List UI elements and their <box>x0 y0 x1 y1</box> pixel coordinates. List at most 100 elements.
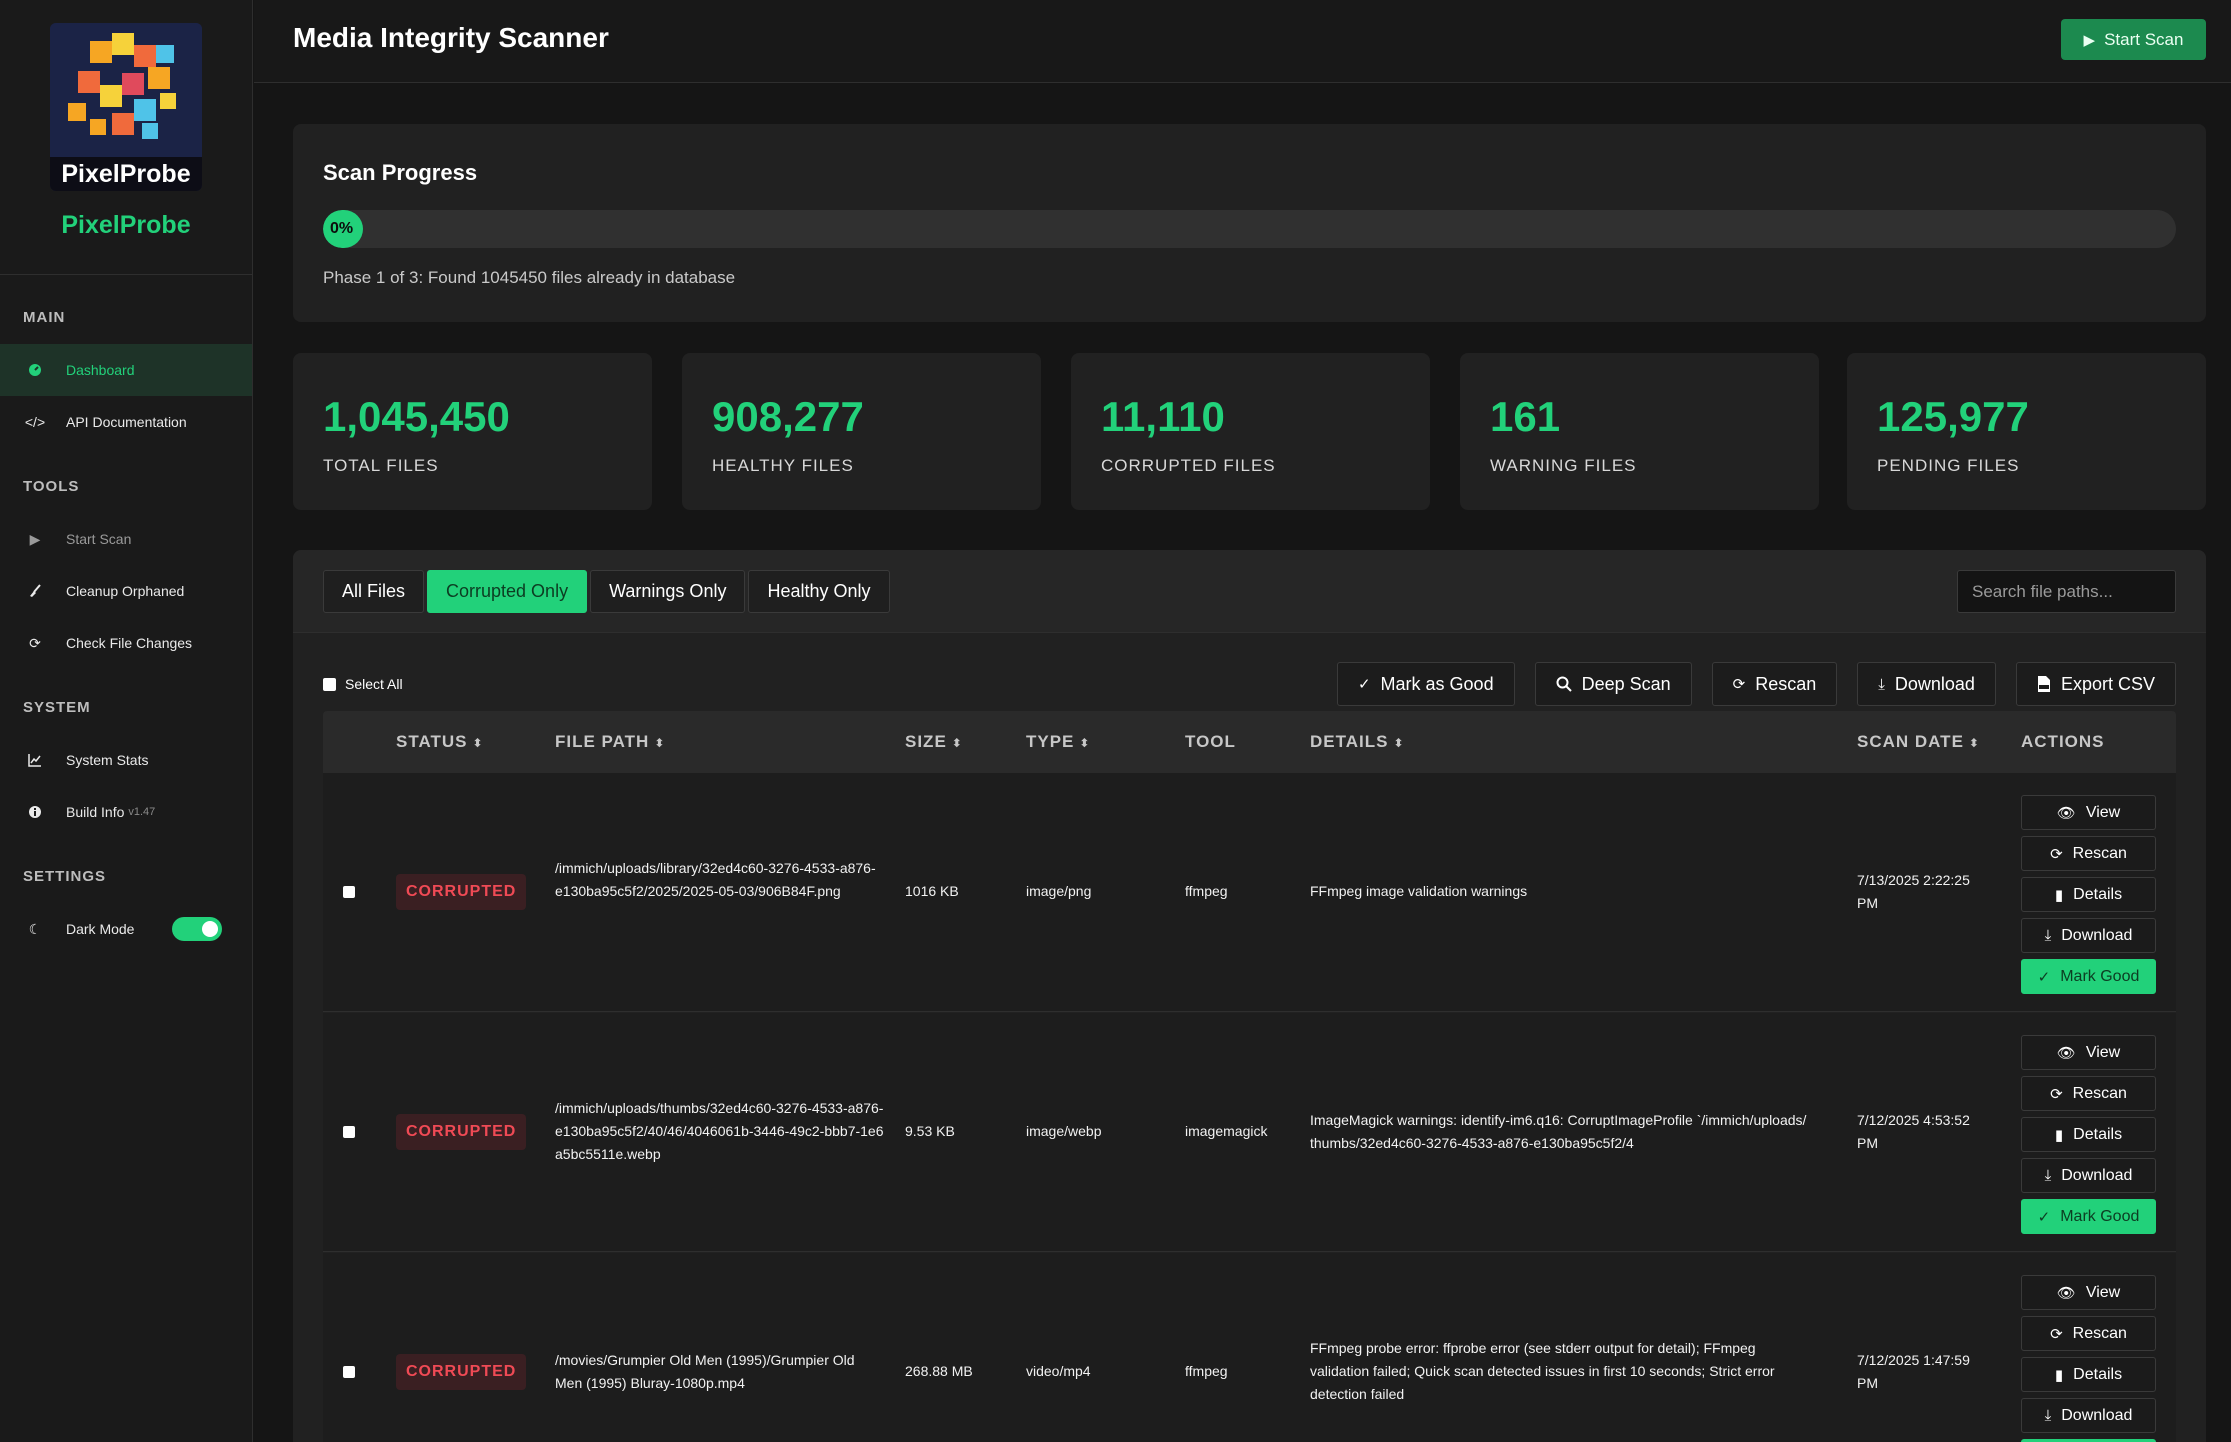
download-button[interactable]: ⤓ Download <box>2021 1398 2156 1433</box>
table-row: CORRUPTED /immich/uploads/thumbs/32ed4c6… <box>323 1013 2176 1252</box>
file-path: /immich/uploads/thumbs/32ed4c60-3276-453… <box>555 1100 884 1162</box>
sidebar-item-cleanup-orphaned[interactable]: Cleanup Orphaned <box>0 565 252 617</box>
dark-mode-toggle[interactable] <box>172 917 222 941</box>
sidebar-item-label: Dark Mode <box>66 921 135 937</box>
column-header-actions: ACTIONS <box>2021 732 2105 751</box>
start-scan-button[interactable]: ▶ Start Scan <box>2061 19 2206 60</box>
filter-tabs: All Files Corrupted Only Warnings Only H… <box>323 570 890 613</box>
view-button[interactable]: 👁 View <box>2021 1035 2156 1070</box>
row-checkbox[interactable] <box>343 1366 355 1378</box>
csv-file-icon <box>2037 676 2051 692</box>
search-input[interactable] <box>1957 570 2176 613</box>
files-panel: All Files Corrupted Only Warnings Only H… <box>293 550 2206 1442</box>
status-badge: CORRUPTED <box>396 1354 527 1390</box>
view-button[interactable]: 👁 View <box>2021 1275 2156 1310</box>
file-icon: ▮ <box>2054 1366 2064 1384</box>
stat-label: TOTAL FILES <box>323 456 439 475</box>
sidebar-item-start-scan[interactable]: ▶ Start Scan <box>0 513 252 565</box>
button-label: Rescan <box>1755 673 1817 694</box>
mark-good-button[interactable]: ✓Mark Good <box>2021 959 2156 994</box>
sync-icon: ⟳ <box>2050 1325 2063 1343</box>
column-header-details[interactable]: DETAILS ⬍ <box>1310 732 1405 752</box>
tab-healthy-only[interactable]: Healthy Only <box>748 570 890 613</box>
sidebar-item-system-stats[interactable]: System Stats <box>0 734 252 786</box>
logo-text: PixelProbe <box>50 157 202 191</box>
stat-card-pending: 125,977 PENDING FILES <box>1847 353 2206 510</box>
sidebar-item-label: Start Scan <box>66 531 132 547</box>
file-type: image/webp <box>1026 1123 1102 1139</box>
column-header-status[interactable]: STATUS ⬍ <box>396 732 484 752</box>
row-checkbox[interactable] <box>343 886 355 898</box>
sidebar-item-label: Build Info <box>66 804 125 820</box>
sync-icon: ⟳ <box>29 634 41 651</box>
nav-heading-main: MAIN <box>23 309 66 326</box>
tab-corrupted-only[interactable]: Corrupted Only <box>427 570 588 613</box>
details-button[interactable]: ▮ Details <box>2021 1117 2156 1152</box>
rescan-button[interactable]: ⟳ Rescan <box>1711 662 1838 706</box>
file-path: /movies/Grumpier Old Men (1995)/Grumpier… <box>555 1352 855 1391</box>
stat-value: 161 <box>1490 393 1561 440</box>
stat-value: 125,977 <box>1877 393 2029 440</box>
table-header: STATUS ⬍ FILE PATH ⬍ SIZE ⬍ TYPE ⬍ TOOL DETA… <box>323 711 2176 773</box>
column-header-size[interactable]: SIZE ⬍ <box>905 732 963 752</box>
sidebar-item-check-file-changes[interactable]: ⟳ Check File Changes <box>0 617 252 669</box>
row-checkbox[interactable] <box>343 1126 355 1138</box>
rescan-button[interactable]: ⟳ Rescan <box>2021 1076 2156 1111</box>
table-row: CORRUPTED /movies/Grumpier Old Men (1995… <box>323 1253 2176 1442</box>
progress-fill: 0% <box>323 210 363 248</box>
column-header-tool: TOOL <box>1185 732 1236 751</box>
deep-scan-button[interactable]: Deep Scan <box>1534 662 1692 706</box>
bulk-actions: ✓ Mark as Good Deep Scan ⟳ Rescan ⤓ Down… <box>1336 662 2176 706</box>
mark-good-button[interactable]: ✓Mark Good <box>2021 1199 2156 1234</box>
sidebar-item-api-documentation[interactable]: </> API Documentation <box>0 396 252 448</box>
button-label: Download <box>1894 673 1975 694</box>
sync-icon: ⟳ <box>1732 676 1746 693</box>
select-all-checkbox[interactable]: Select All <box>323 676 403 692</box>
nav-section-settings: SETTINGS ☾ Dark Mode <box>0 868 252 955</box>
download-icon: ⤓ <box>1878 675 1885 693</box>
download-button[interactable]: ⤓ Download <box>1857 662 1996 706</box>
version-label: v1.47 <box>128 806 156 818</box>
download-icon: ⤓ <box>2044 927 2052 944</box>
tab-all-files[interactable]: All Files <box>323 570 425 613</box>
scan-details: FFmpeg image validation warnings <box>1310 883 1528 899</box>
sidebar-item-build-info[interactable]: Build Info v1.47 <box>0 786 252 838</box>
info-icon <box>27 804 43 820</box>
details-button[interactable]: ▮ Details <box>2021 877 2156 912</box>
sort-icon: ⬍ <box>1968 736 1980 750</box>
column-header-scan-date[interactable]: SCAN DATE ⬍ <box>1857 732 1980 752</box>
column-header-file-path[interactable]: FILE PATH ⬍ <box>555 732 665 752</box>
row-actions: 👁View ⟳Rescan ▮Details ⤓Download ✓Mark G… <box>2021 1275 2156 1442</box>
export-csv-button[interactable]: Export CSV <box>2015 662 2176 706</box>
file-size: 9.53 KB <box>905 1123 955 1139</box>
pixel-cube-logo-graphic <box>50 23 202 157</box>
column-header-type[interactable]: TYPE ⬍ <box>1026 732 1090 752</box>
nav-heading-settings: SETTINGS <box>23 868 107 885</box>
nav-section-system: SYSTEM System Stats Build Info v1.47 <box>0 699 252 838</box>
moon-icon: ☾ <box>28 920 42 937</box>
rescan-button[interactable]: ⟳ Rescan <box>2021 836 2156 871</box>
stat-card-corrupted: 11,110 CORRUPTED FILES <box>1071 353 1430 510</box>
download-button[interactable]: ⤓ Download <box>2021 1158 2156 1193</box>
checkbox[interactable] <box>323 677 336 691</box>
view-button[interactable]: 👁 View <box>2021 795 2156 830</box>
details-button[interactable]: ▮ Details <box>2021 1357 2156 1392</box>
sidebar: PixelProbe PixelProbe MAIN Dashboard </>… <box>0 0 253 1442</box>
stat-value: 1,045,450 <box>323 393 510 440</box>
download-button[interactable]: ⤓ Download <box>2021 918 2156 953</box>
dashboard-icon <box>27 362 43 378</box>
download-icon: ⤓ <box>2044 1407 2052 1424</box>
brand-name: PixelProbe <box>61 211 191 239</box>
tab-warnings-only[interactable]: Warnings Only <box>590 570 746 613</box>
rescan-button[interactable]: ⟳ Rescan <box>2021 1316 2156 1351</box>
sidebar-item-label: Dashboard <box>66 362 135 378</box>
mark-as-good-button[interactable]: ✓ Mark as Good <box>1336 662 1515 706</box>
sidebar-item-dashboard[interactable]: Dashboard <box>0 344 252 396</box>
status-badge: CORRUPTED <box>396 874 527 910</box>
logo[interactable]: PixelProbe <box>50 23 202 191</box>
sidebar-item-label: Cleanup Orphaned <box>66 583 185 599</box>
row-actions: 👁View ⟳Rescan ▮Details ⤓Download ✓Mark G… <box>2021 795 2156 994</box>
nav-section-main: MAIN Dashboard </> API Documentation <box>0 309 252 448</box>
file-type: video/mp4 <box>1026 1363 1091 1379</box>
sidebar-item-label: Check File Changes <box>66 635 193 651</box>
